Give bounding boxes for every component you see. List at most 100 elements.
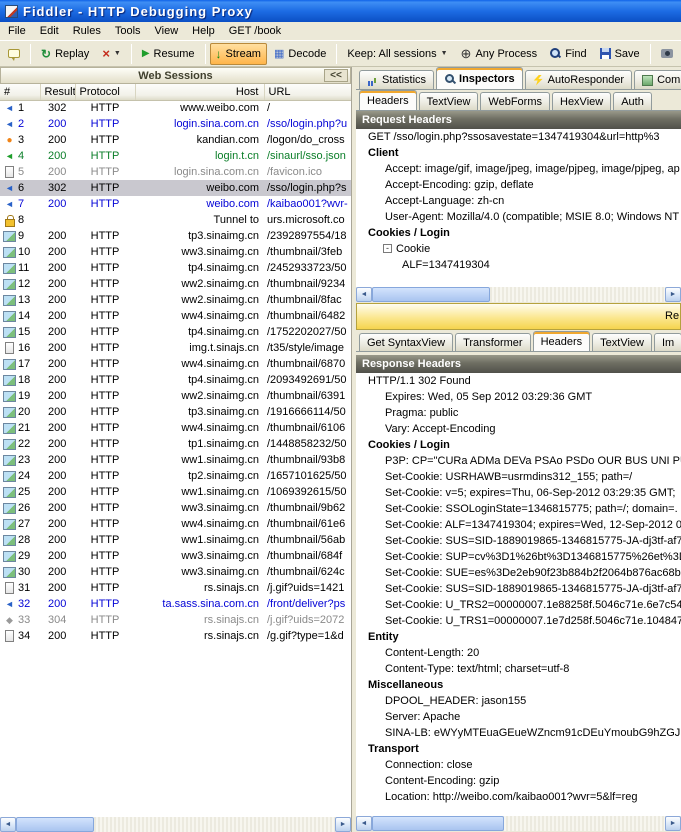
request-header-line[interactable]: -Cookie (356, 241, 681, 257)
screenshot-button[interactable] (655, 43, 679, 65)
session-row[interactable]: 12200HTTPww2.sinaimg.cn/thumbnail/9234 (0, 276, 351, 292)
session-row[interactable]: 16200HTTPimg.t.sinajs.cn/t35/style/image (0, 340, 351, 356)
response-hscrollbar[interactable]: ◄ ► (356, 815, 681, 831)
scroll-right-icon[interactable]: ► (665, 287, 681, 302)
tab-statistics[interactable]: Statistics (359, 70, 434, 89)
request-tab-headers[interactable]: Headers (359, 90, 417, 111)
tab-label: Headers (541, 336, 583, 348)
tab-label: Headers (367, 95, 409, 107)
decode-button[interactable]: ▦Decode (268, 43, 332, 65)
session-row[interactable]: 8Tunnel tours.microsoft.co (0, 212, 351, 228)
tab-comp[interactable]: Comp (634, 70, 681, 89)
keep-sessions-dropdown[interactable]: Keep: All sessions▼ (341, 43, 453, 65)
request-tab-textview[interactable]: TextView (419, 92, 479, 110)
find-button[interactable]: Find (544, 43, 592, 65)
session-row[interactable]: 30200HTTPww3.sinaimg.cn/thumbnail/624c (0, 564, 351, 580)
request-tab-auth[interactable]: Auth (613, 92, 652, 110)
scroll-left-icon[interactable]: ◄ (356, 816, 372, 831)
column-header-item[interactable]: # (0, 84, 40, 100)
session-url: /logon/do_cross (264, 132, 351, 148)
session-row[interactable]: 34200HTTPrs.sinajs.cn/g.gif?type=1&d (0, 628, 351, 644)
session-row[interactable]: 15200HTTPtp4.sinaimg.cn/1752202027/50 (0, 324, 351, 340)
response-tab-get-syntaxview[interactable]: Get SyntaxView (359, 333, 453, 351)
request-hscrollbar[interactable]: ◄ ► (356, 286, 681, 302)
response-tab-headers[interactable]: Headers (533, 331, 591, 352)
collapse-expander-icon[interactable]: - (383, 244, 392, 253)
session-row[interactable]: 1302HTTPwww.weibo.com/ (0, 100, 351, 116)
session-row[interactable]: 23200HTTPww1.sinaimg.cn/thumbnail/93b8 (0, 452, 351, 468)
scroll-thumb[interactable] (372, 816, 504, 831)
session-row[interactable]: 18200HTTPtp4.sinaimg.cn/2093492691/50 (0, 372, 351, 388)
comment-button[interactable] (2, 43, 26, 65)
column-header-protocol[interactable]: Protocol (75, 84, 135, 100)
session-number: 10 (18, 246, 30, 258)
session-row[interactable]: 3200HTTPkandian.com/logon/do_cross (0, 132, 351, 148)
response-tab-textview[interactable]: TextView (592, 333, 652, 351)
scroll-right-icon[interactable]: ► (335, 817, 351, 832)
request-tab-hexview[interactable]: HexView (552, 92, 611, 110)
scroll-thumb[interactable] (372, 287, 490, 302)
menu-file[interactable]: File (1, 24, 33, 38)
session-row[interactable]: 28200HTTPww1.sinaimg.cn/thumbnail/56ab (0, 532, 351, 548)
column-header-host[interactable]: Host (135, 84, 264, 100)
session-row[interactable]: 19200HTTPww2.sinaimg.cn/thumbnail/6391 (0, 388, 351, 404)
session-row[interactable]: 24200HTTPtp2.sinaimg.cn/1657101625/50 (0, 468, 351, 484)
column-header-url[interactable]: URL (264, 84, 351, 100)
response-header-line: Content-Length: 20 (356, 645, 681, 661)
session-host: ww4.sinaimg.cn (135, 356, 264, 372)
resume-button[interactable]: ▶Resume (136, 43, 201, 65)
session-row[interactable]: 4200HTTPlogin.t.cn/sinaurl/sso.json (0, 148, 351, 164)
session-row[interactable]: 33304HTTPrs.sinajs.cn/j.gif?uids=2072 (0, 612, 351, 628)
menu-tools[interactable]: Tools (108, 24, 148, 38)
menu-help[interactable]: Help (185, 24, 222, 38)
request-tab-webforms[interactable]: WebForms (480, 92, 550, 110)
column-header-result[interactable]: Result (40, 84, 75, 100)
sessions-hscrollbar[interactable]: ◄ ► (0, 816, 351, 832)
response-tab-transformer[interactable]: Transformer (455, 333, 531, 351)
session-row[interactable]: 32200HTTPta.sass.sina.com.cn/front/deliv… (0, 596, 351, 612)
session-row[interactable]: 7200HTTPweibo.com/kaibao001?wvr- (0, 196, 351, 212)
any-process-button[interactable]: ⊕Any Process (455, 43, 544, 65)
session-row[interactable]: 20200HTTPtp3.sinaimg.cn/1916666114/50 (0, 404, 351, 420)
session-number: 4 (18, 150, 24, 162)
session-row[interactable]: 29200HTTPww3.sinaimg.cn/thumbnail/684f (0, 548, 351, 564)
collapse-panel-button[interactable]: << (324, 69, 348, 82)
scroll-left-icon[interactable]: ◄ (356, 287, 372, 302)
stream-button[interactable]: ↓Stream (210, 43, 267, 65)
save-button[interactable]: Save (594, 43, 646, 65)
session-row[interactable]: 26200HTTPww3.sinaimg.cn/thumbnail/9b62 (0, 500, 351, 516)
menu-get-book[interactable]: GET /book (222, 24, 288, 38)
tab-inspectors[interactable]: Inspectors (436, 67, 523, 90)
scroll-track[interactable] (372, 816, 665, 831)
session-row[interactable]: 27200HTTPww4.sinaimg.cn/thumbnail/61e6 (0, 516, 351, 532)
session-row[interactable]: 25200HTTPww1.sinaimg.cn/1069392615/50 (0, 484, 351, 500)
session-row[interactable]: 9200HTTPtp3.sinaimg.cn/2392897554/18 (0, 228, 351, 244)
menu-rules[interactable]: Rules (66, 24, 108, 38)
scroll-thumb[interactable] (16, 817, 94, 832)
scroll-right-icon[interactable]: ► (665, 816, 681, 831)
decode-notice-button[interactable]: Re (356, 303, 681, 330)
menu-view[interactable]: View (148, 24, 186, 38)
session-row[interactable]: 14200HTTPww4.sinaimg.cn/thumbnail/6482 (0, 308, 351, 324)
scroll-left-icon[interactable]: ◄ (0, 817, 16, 832)
response-tab-im[interactable]: Im (654, 333, 681, 351)
menu-edit[interactable]: Edit (33, 24, 66, 38)
session-row[interactable]: 5200HTTPlogin.sina.com.cn/favicon.ico (0, 164, 351, 180)
tab-autoresponder[interactable]: AutoResponder (525, 70, 632, 89)
session-row[interactable]: 22200HTTPtp1.sinaimg.cn/1448858232/50 (0, 436, 351, 452)
scroll-track[interactable] (372, 287, 665, 302)
scroll-track[interactable] (16, 817, 335, 832)
session-protocol: HTTP (75, 180, 135, 196)
response-header-line: Content-Encoding: gzip (356, 773, 681, 789)
session-row[interactable]: 6302HTTPweibo.com/sso/login.php?s (0, 180, 351, 196)
session-result: 200 (40, 276, 75, 292)
session-row[interactable]: 21200HTTPww4.sinaimg.cn/thumbnail/6106 (0, 420, 351, 436)
session-row[interactable]: 11200HTTPtp4.sinaimg.cn/2452933723/50 (0, 260, 351, 276)
session-row[interactable]: 13200HTTPww2.sinaimg.cn/thumbnail/8fac (0, 292, 351, 308)
session-row[interactable]: 10200HTTPww3.sinaimg.cn/thumbnail/3feb (0, 244, 351, 260)
remove-sessions-button[interactable]: ×▼ (96, 43, 127, 65)
session-row[interactable]: 31200HTTPrs.sinajs.cn/j.gif?uids=1421 (0, 580, 351, 596)
session-row[interactable]: 2200HTTPlogin.sina.com.cn/sso/login.php?… (0, 116, 351, 132)
session-row[interactable]: 17200HTTPww4.sinaimg.cn/thumbnail/6870 (0, 356, 351, 372)
replay-button[interactable]: ↻Replay (35, 43, 95, 65)
